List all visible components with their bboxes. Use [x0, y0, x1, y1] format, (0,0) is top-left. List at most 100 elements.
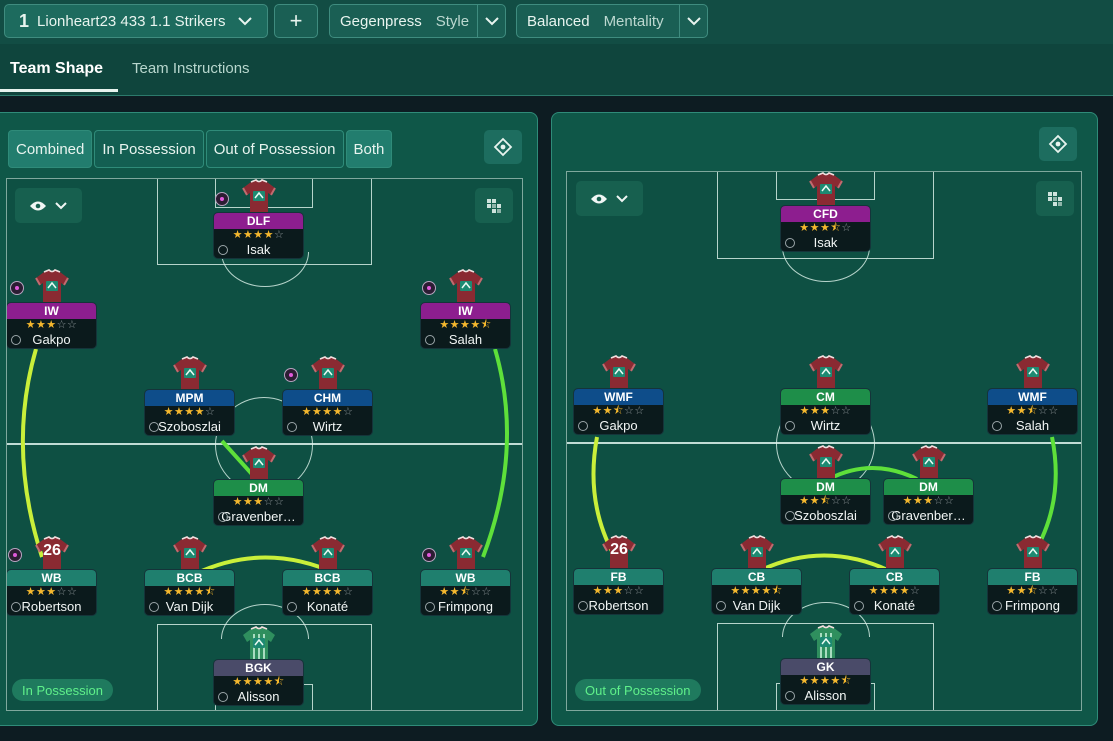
player-card-isak[interactable]: DLF ★★★★☆ Isak: [213, 179, 304, 259]
tab-team-instructions[interactable]: Team Instructions: [132, 60, 250, 77]
player-name: Szoboszlai: [781, 508, 870, 524]
player-card-frimpong[interactable]: WB ★★⯪☆☆ Frimpong: [420, 536, 511, 616]
player-card-gravenberch[interactable]: DM ★★★☆☆ Gravenber…: [213, 446, 304, 526]
phase-out-of-possession-button[interactable]: Out of Possession: [205, 130, 344, 168]
player-name-text: Van Dijk: [165, 599, 214, 614]
player-card-robertson[interactable]: 26 WB ★★★☆☆ Robertson: [7, 536, 97, 616]
player-role: WB: [7, 570, 96, 586]
phase-combined-button[interactable]: Combined: [8, 130, 93, 168]
player-card-szoboszlai[interactable]: DM ★★⯪☆☆ Szoboszlai: [780, 445, 871, 525]
player-info-card: DM ★★⯪☆☆ Szoboszlai: [780, 478, 871, 525]
player-role: WMF: [988, 389, 1077, 405]
player-card-alisson[interactable]: GK ★★★★⯪ Alisson: [780, 625, 871, 705]
player-card-wirtz[interactable]: CHM ★★★★☆ Wirtz: [282, 356, 373, 436]
player-card-wirtz[interactable]: CM ★★★☆☆ Wirtz: [780, 355, 871, 435]
player-role: GK: [781, 659, 870, 675]
player-info-card: FB ★★★☆☆ Robertson: [573, 568, 664, 615]
person-icon: [578, 601, 588, 611]
player-card-frimpong[interactable]: FB ★★⯪☆☆ Frimpong: [987, 535, 1078, 615]
person-icon: [11, 335, 21, 345]
player-card-vandijk[interactable]: CB ★★★★⯪ Van Dijk: [711, 535, 802, 615]
phase-in-possession-button[interactable]: In Possession: [94, 130, 204, 168]
tactic-selector[interactable]: 1 Lionheart23 433 1.1 Strikers: [4, 4, 268, 38]
shirt-icon: [311, 356, 345, 389]
goalkeeper-shirt-icon: [243, 626, 275, 659]
player-name: Isak: [781, 235, 870, 251]
shirt-icon: [311, 536, 345, 569]
shirt-icon: [740, 535, 774, 568]
player-role: MPM: [145, 390, 234, 406]
style-selector[interactable]: Gegenpress Style: [329, 4, 506, 38]
person-icon: [785, 238, 795, 248]
player-name: Gravenber…: [214, 509, 303, 525]
player-role: BGK: [214, 660, 303, 676]
player-card-gakpo[interactable]: IW ★★★☆☆ Gakpo: [7, 269, 97, 349]
role-rating-stars: ★★⯪☆☆: [1006, 585, 1059, 597]
role-rating-stars: ★★★⯪☆: [799, 222, 852, 234]
player-name-text: Frimpong: [1005, 598, 1060, 613]
player-card-alisson[interactable]: BGK ★★★★⯪ Alisson: [213, 626, 304, 706]
mentality-dropdown-button[interactable]: [679, 5, 707, 37]
player-name-text: Szoboszlai: [794, 508, 857, 523]
shirt-icon: [242, 446, 276, 479]
role-rating-stars: ★★★☆☆: [25, 586, 78, 598]
player-card-robertson[interactable]: 26 FB ★★★☆☆ Robertson: [573, 535, 664, 615]
player-role: IW: [7, 303, 96, 319]
player-card-vandijk[interactable]: BCB ★★★★⯪ Van Dijk: [144, 536, 235, 616]
player-name: Salah: [988, 418, 1077, 434]
role-rating-stars: ★★★★☆: [868, 585, 921, 597]
person-icon: [149, 602, 159, 612]
shirt-icon: [809, 355, 843, 388]
phase-both-button[interactable]: Both: [345, 130, 393, 168]
player-role: DM: [884, 479, 973, 495]
role-rating-stars: ★★★★☆: [163, 406, 216, 418]
player-info-card: MPM ★★★★☆ Szoboszlai: [144, 389, 235, 436]
player-name-text: Frimpong: [438, 599, 493, 614]
player-name: Szoboszlai: [145, 419, 234, 435]
player-name: Robertson: [574, 598, 663, 614]
player-card-isak[interactable]: CFD ★★★⯪☆ Isak: [780, 172, 871, 252]
person-icon: [287, 422, 297, 432]
person-icon: [992, 421, 1002, 431]
player-card-gakpo[interactable]: WMF ★★⯪☆☆ Gakpo: [573, 355, 664, 435]
top-bar: 1 Lionheart23 433 1.1 Strikers + Gegenpr…: [0, 0, 1113, 44]
player-name-text: Wirtz: [312, 419, 343, 434]
player-card-szoboszlai[interactable]: MPM ★★★★☆ Szoboszlai: [144, 356, 235, 436]
player-card-konate[interactable]: BCB ★★★★☆ Konaté: [282, 536, 373, 616]
player-name: Alisson: [214, 689, 303, 705]
player-info-card: DM ★★★☆☆ Gravenber…: [213, 479, 304, 526]
player-role: CB: [712, 569, 801, 585]
player-info-card: CM ★★★☆☆ Wirtz: [780, 388, 871, 435]
shirt-icon: [449, 536, 483, 569]
player-name: Frimpong: [988, 598, 1077, 614]
player-info-card: WMF ★★⯪☆☆ Gakpo: [573, 388, 664, 435]
role-rating-stars: ★★★★⯪: [439, 319, 492, 331]
player-card-gravenberch[interactable]: DM ★★★☆☆ Gravenber…: [883, 445, 974, 525]
player-name: Van Dijk: [145, 599, 234, 615]
player-trait-badge-icon: [10, 281, 24, 295]
player-name: Gakpo: [7, 332, 96, 348]
tab-team-shape[interactable]: Team Shape: [10, 60, 103, 78]
role-rating-stars: ★★⯪☆☆: [592, 405, 645, 417]
pitch-settings-button[interactable]: [484, 130, 522, 164]
pitch-settings-button[interactable]: [1039, 127, 1077, 161]
player-card-salah[interactable]: WMF ★★⯪☆☆ Salah: [987, 355, 1078, 435]
in-possession-panel: Combined In Possession Out of Possession…: [0, 112, 538, 726]
player-card-salah[interactable]: IW ★★★★⯪ Salah: [420, 269, 511, 349]
shirt-icon: [449, 269, 483, 302]
add-tactic-button[interactable]: +: [274, 4, 318, 38]
player-name: Gakpo: [574, 418, 663, 434]
mentality-selector[interactable]: Balanced Mentality: [516, 4, 708, 38]
person-icon: [218, 692, 228, 702]
player-name-text: Konaté: [306, 599, 349, 614]
player-role: BCB: [145, 570, 234, 586]
link-gakpo-robertson: [20, 348, 44, 558]
player-trait-badge-icon: [422, 281, 436, 295]
player-role: CHM: [283, 390, 372, 406]
player-card-konate[interactable]: CB ★★★★☆ Konaté: [849, 535, 940, 615]
style-dropdown-button[interactable]: [477, 5, 505, 37]
player-info-card: CB ★★★★⯪ Van Dijk: [711, 568, 802, 615]
role-rating-stars: ★★★★☆: [232, 229, 285, 241]
chevron-down-icon: [686, 17, 701, 26]
player-info-card: IW ★★★★⯪ Salah: [420, 302, 511, 349]
